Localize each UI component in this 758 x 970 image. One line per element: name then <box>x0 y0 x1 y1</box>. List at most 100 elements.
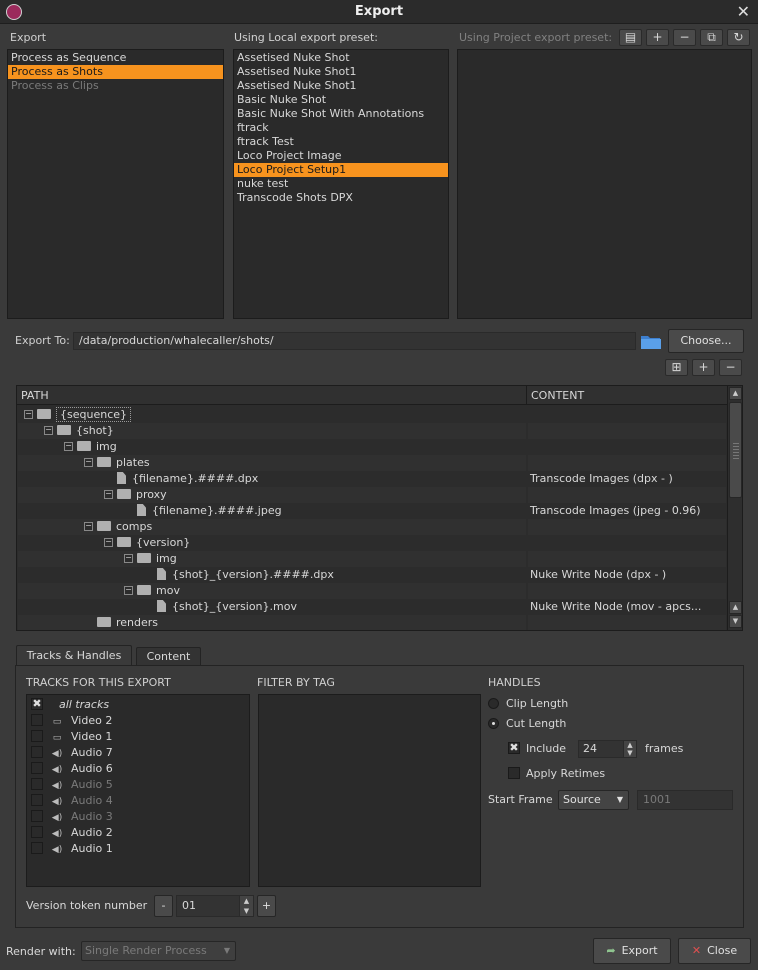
clip-length-option[interactable]: Clip Length <box>488 697 568 710</box>
track-checkbox[interactable] <box>31 842 43 854</box>
folder-browse-icon[interactable] <box>640 332 662 350</box>
collapse-icon[interactable]: − <box>84 457 93 467</box>
collapse-icon[interactable]: − <box>44 425 53 435</box>
local-preset-item[interactable]: Transcode Shots DPX <box>234 191 448 205</box>
track-item[interactable]: ◀) Audio 5 <box>27 777 249 793</box>
tree-content-cell[interactable]: Nuke Write Node (mov - apcs... <box>528 599 726 615</box>
export-process-item[interactable]: Process as Clips <box>8 79 223 93</box>
scroll-down-icon[interactable]: ▼ <box>729 615 742 628</box>
track-checkbox[interactable] <box>31 746 43 758</box>
track-checkbox[interactable] <box>31 778 43 790</box>
export-path-field[interactable]: /data/production/whalecaller/shots/ <box>73 332 636 350</box>
tree-content-cell[interactable]: Transcode Images (jpeg - 0.96) <box>528 503 726 519</box>
tree-row[interactable]: {filename}.####.jpeg <box>18 503 526 519</box>
copy-preset-button[interactable]: ⧉ <box>700 29 723 46</box>
tree-row[interactable]: − img <box>18 551 526 567</box>
local-preset-item[interactable]: Assetised Nuke Shot1 <box>234 65 448 79</box>
collapse-icon[interactable]: − <box>84 521 93 531</box>
export-button[interactable]: ➦ Export <box>593 938 671 964</box>
track-item[interactable]: ◀) Audio 7 <box>27 745 249 761</box>
local-preset-item[interactable]: Basic Nuke Shot With Annotations <box>234 107 448 121</box>
tree-row[interactable]: − plates <box>18 455 526 471</box>
tab-content[interactable]: Content <box>136 647 201 666</box>
export-process-item[interactable]: Process as Shots <box>8 65 223 79</box>
scroll-thumb[interactable] <box>729 402 742 498</box>
remove-entry-button[interactable]: − <box>719 359 742 376</box>
tree-row[interactable]: {filename}.####.dpx <box>18 471 526 487</box>
project-preset-list[interactable] <box>457 49 752 319</box>
local-preset-item[interactable]: Assetised Nuke Shot <box>234 51 448 65</box>
track-item[interactable]: ◀) Audio 3 <box>27 809 249 825</box>
tag-filter-list[interactable] <box>258 694 481 887</box>
tree-content-cell[interactable] <box>528 551 726 567</box>
remove-button[interactable]: − <box>673 29 696 46</box>
new-preset-button[interactable]: ▤ <box>619 29 642 46</box>
track-checkbox[interactable] <box>31 762 43 774</box>
tree-scrollbar[interactable]: ▲ ▲ ▼ <box>727 386 742 630</box>
apply-retimes-option[interactable]: Apply Retimes <box>508 767 605 780</box>
local-preset-item[interactable]: Assetised Nuke Shot1 <box>234 79 448 93</box>
track-item[interactable]: ◀) Audio 6 <box>27 761 249 777</box>
render-with-select[interactable]: Single Render Process ▼ <box>81 941 236 961</box>
tree-row[interactable]: {shot}_{version}.mov <box>18 599 526 615</box>
collapse-icon[interactable]: − <box>104 489 113 499</box>
add-entry-button[interactable]: + <box>692 359 715 376</box>
path-column-header[interactable]: PATH <box>17 386 527 405</box>
tree-content-cell[interactable] <box>528 535 726 551</box>
tree-content-cell[interactable] <box>528 615 726 630</box>
local-preset-item[interactable]: Basic Nuke Shot <box>234 93 448 107</box>
local-preset-item[interactable]: Loco Project Image <box>234 149 448 163</box>
tree-row[interactable]: − {shot} <box>18 423 526 439</box>
track-checkbox[interactable] <box>31 794 43 806</box>
tree-row[interactable]: renders <box>18 615 526 630</box>
tree-row[interactable]: − img <box>18 439 526 455</box>
track-checkbox[interactable] <box>31 826 43 838</box>
scroll-up-small-icon[interactable]: ▲ <box>729 601 742 614</box>
include-handles-option[interactable]: ✖ Include <box>508 742 566 755</box>
local-preset-item[interactable]: Loco Project Setup1 <box>234 163 448 177</box>
collapse-icon[interactable]: − <box>124 553 133 563</box>
tree-content-cell[interactable]: Transcode Images (dpx - ) <box>528 471 726 487</box>
export-structure-tree[interactable]: PATH CONTENT ▲ ▲ ▼ − {sequence} − {shot} − im… <box>16 385 743 631</box>
local-preset-list[interactable]: Assetised Nuke Shot Assetised Nuke Shot1 A… <box>233 49 449 319</box>
track-item[interactable]: ▭ Video 1 <box>27 729 249 745</box>
tree-content-cell[interactable] <box>528 519 726 535</box>
scroll-up-icon[interactable]: ▲ <box>729 387 742 400</box>
track-item[interactable]: ◀) Audio 1 <box>27 841 249 857</box>
tracks-list[interactable]: ✖ all tracks ▭ Video 2 ▭ Video 1 ◀) Audio 7 ◀) Au… <box>26 694 250 887</box>
export-process-list[interactable]: Process as Sequence Process as Shots Proce… <box>7 49 224 319</box>
include-checkbox[interactable]: ✖ <box>508 742 520 754</box>
version-stepper-icon[interactable]: ▲ ▼ <box>239 896 253 916</box>
start-frame-source-select[interactable]: Source ▼ <box>558 790 629 810</box>
collapse-icon[interactable]: − <box>104 537 113 547</box>
clip-length-radio[interactable] <box>488 697 499 709</box>
tree-row[interactable]: − {version} <box>18 535 526 551</box>
track-checkbox[interactable]: ✖ <box>31 698 43 710</box>
apply-retimes-checkbox[interactable] <box>508 767 520 779</box>
tree-content-cell[interactable] <box>528 455 726 471</box>
local-preset-item[interactable]: ftrack <box>234 121 448 135</box>
track-item[interactable]: ✖ all tracks <box>27 697 249 713</box>
tree-row[interactable]: − proxy <box>18 487 526 503</box>
tab-tracks-handles[interactable]: Tracks & Handles <box>16 645 132 666</box>
tree-content-cell[interactable] <box>528 423 726 439</box>
content-column-header[interactable]: CONTENT <box>527 386 727 405</box>
refresh-button[interactable]: ↻ <box>727 29 750 46</box>
add-button[interactable]: + <box>646 29 669 46</box>
track-checkbox[interactable] <box>31 714 43 726</box>
collapse-icon[interactable]: − <box>64 441 73 451</box>
track-checkbox[interactable] <box>31 730 43 742</box>
window-close-icon[interactable]: ✕ <box>737 2 750 21</box>
tree-row[interactable]: − {sequence} <box>18 407 526 423</box>
close-button[interactable]: ✕ Close <box>678 938 751 964</box>
tree-content-cell[interactable] <box>528 407 726 423</box>
choose-button[interactable]: Choose... <box>668 329 744 353</box>
frames-stepper-icon[interactable]: ▲ ▼ <box>623 741 636 757</box>
version-decrement-button[interactable]: - <box>154 895 173 917</box>
tree-content-cell[interactable] <box>528 583 726 599</box>
collapse-icon[interactable]: − <box>124 585 133 595</box>
start-frame-field[interactable]: 1001 <box>637 790 733 810</box>
export-process-item[interactable]: Process as Sequence <box>8 51 223 65</box>
tree-content-cell[interactable] <box>528 439 726 455</box>
track-item[interactable]: ▭ Video 2 <box>27 713 249 729</box>
